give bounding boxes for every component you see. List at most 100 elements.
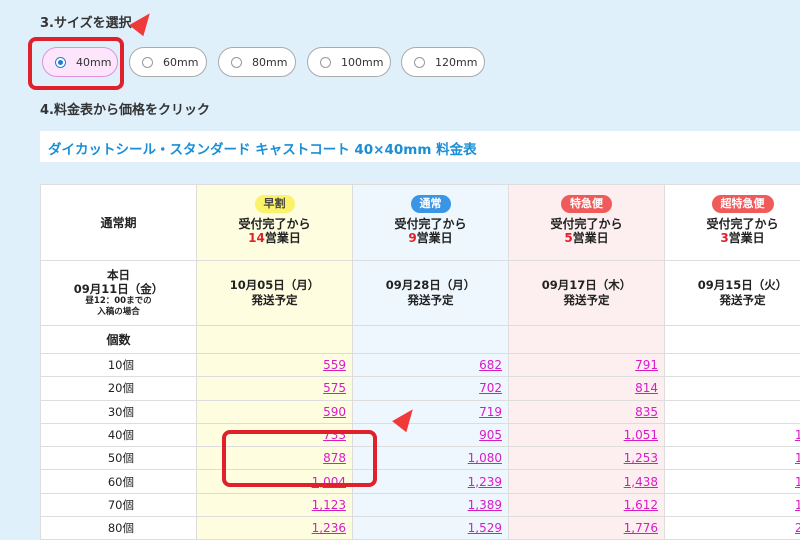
quantity-label: 50個 — [41, 447, 197, 470]
price-link[interactable]: 1,389 — [353, 493, 509, 516]
badge-super-rush: 超特急便 — [712, 195, 774, 213]
quantity-label: 40個 — [41, 423, 197, 446]
price-link[interactable]: 835 — [509, 400, 665, 423]
price-link[interactable]: 590 — [197, 400, 353, 423]
price-table: 通常期 早割 受付完了から 14営業日 通常 受付完了から 9営業日 特急便 受… — [40, 184, 800, 540]
ship-date-cell: 09月15日（火） 発送予定 — [665, 261, 800, 326]
price-link[interactable]: 1,004 — [197, 470, 353, 493]
table-row: 10個5596827919 — [41, 354, 800, 377]
today-note: 昼12：00までの — [41, 296, 196, 307]
table-row: 60個1,0041,2391,4381,7 — [41, 470, 800, 493]
price-link[interactable]: 9 — [665, 377, 800, 400]
table-row: 70個1,1231,3891,6121,9 — [41, 493, 800, 516]
table-row: 30個5907198351 — [41, 400, 800, 423]
price-link[interactable]: 1,2 — [665, 423, 800, 446]
size-option-label: 40mm — [76, 56, 111, 69]
ship-date-cell: 10月05日（月） 発送予定 — [197, 261, 353, 326]
price-link[interactable]: 1,080 — [353, 447, 509, 470]
today-cell: 本日 09月11日（金） 昼12：00までの 入稿の場合 — [41, 261, 197, 326]
size-option-40mm[interactable]: 40mm — [42, 47, 118, 77]
price-link[interactable]: 814 — [509, 377, 665, 400]
column-unit: 営業日 — [265, 231, 301, 245]
badge-normal: 通常 — [411, 195, 451, 213]
size-step-title: 3.サイズを選択 — [40, 12, 132, 31]
price-table-heading: ダイカットシール・スタンダード キャストコート 40×40mm 料金表 — [40, 131, 800, 162]
radio-icon — [320, 57, 331, 68]
radio-selected-icon — [55, 57, 66, 68]
price-link[interactable]: 9 — [665, 354, 800, 377]
today-label: 本日 — [41, 268, 196, 282]
price-link[interactable]: 905 — [353, 423, 509, 446]
column-line: 受付完了から — [665, 217, 800, 231]
size-option-60mm[interactable]: 60mm — [129, 47, 207, 77]
count-header: 個数 — [41, 326, 197, 354]
column-line: 受付完了から — [509, 217, 664, 231]
ship-label: 発送予定 — [509, 293, 664, 308]
price-link[interactable]: 1 — [665, 400, 800, 423]
ship-date: 09月28日（月） — [353, 278, 508, 293]
quantity-label: 80個 — [41, 517, 197, 540]
badge-early: 早割 — [255, 195, 295, 213]
ship-date: 09月15日（火） — [665, 278, 800, 293]
price-link[interactable]: 559 — [197, 354, 353, 377]
price-link[interactable]: 1,7 — [665, 470, 800, 493]
price-link[interactable]: 1,239 — [353, 470, 509, 493]
table-row: 20個5757028149 — [41, 377, 800, 400]
red-arrow-icon — [129, 8, 157, 36]
quantity-label: 30個 — [41, 400, 197, 423]
price-link[interactable]: 1,438 — [509, 470, 665, 493]
price-link[interactable]: 2,1 — [665, 517, 800, 540]
ship-date-row: 本日 09月11日（金） 昼12：00までの 入稿の場合 10月05日（月） 発… — [41, 261, 800, 326]
price-link[interactable]: 1,612 — [509, 493, 665, 516]
badge-rush: 特急便 — [561, 195, 612, 213]
delivery-header-row: 通常期 早割 受付完了から 14営業日 通常 受付完了から 9営業日 特急便 受… — [41, 185, 800, 261]
radio-icon — [414, 57, 425, 68]
table-row: 50個8781,0801,2531,5 — [41, 447, 800, 470]
quantity-label: 10個 — [41, 354, 197, 377]
radio-icon — [231, 57, 242, 68]
column-days: 14 — [248, 231, 265, 245]
price-link[interactable]: 1,253 — [509, 447, 665, 470]
price-link[interactable]: 1,051 — [509, 423, 665, 446]
price-link[interactable]: 1,9 — [665, 493, 800, 516]
quantity-label: 70個 — [41, 493, 197, 516]
price-link[interactable]: 733 — [197, 423, 353, 446]
price-link[interactable]: 575 — [197, 377, 353, 400]
price-link[interactable]: 878 — [197, 447, 353, 470]
size-option-120mm[interactable]: 120mm — [401, 47, 485, 77]
quantity-label: 20個 — [41, 377, 197, 400]
price-link[interactable]: 719 — [353, 400, 509, 423]
ship-date: 10月05日（月） — [197, 278, 352, 293]
size-option-100mm[interactable]: 100mm — [307, 47, 391, 77]
table-row: 80個1,2361,5291,7762,1 — [41, 517, 800, 540]
column-unit: 営業日 — [573, 231, 609, 245]
price-link[interactable]: 682 — [353, 354, 509, 377]
table-row: 40個7339051,0511,2 — [41, 423, 800, 446]
column-early: 早割 受付完了から 14営業日 — [197, 185, 353, 261]
price-link[interactable]: 702 — [353, 377, 509, 400]
price-link[interactable]: 1,529 — [353, 517, 509, 540]
count-header-row: 個数 — [41, 326, 800, 354]
size-option-80mm[interactable]: 80mm — [218, 47, 296, 77]
ship-date: 09月17日（木） — [509, 278, 664, 293]
column-unit: 営業日 — [417, 231, 453, 245]
ship-date-cell: 09月28日（月） 発送予定 — [353, 261, 509, 326]
price-link[interactable]: 791 — [509, 354, 665, 377]
price-link[interactable]: 1,5 — [665, 447, 800, 470]
radio-icon — [142, 57, 153, 68]
price-link[interactable]: 1,236 — [197, 517, 353, 540]
quantity-label: 60個 — [41, 470, 197, 493]
size-option-label: 60mm — [163, 56, 198, 69]
ship-label: 発送予定 — [197, 293, 352, 308]
price-link[interactable]: 1,776 — [509, 517, 665, 540]
today-note: 入稿の場合 — [41, 307, 196, 318]
price-link[interactable]: 1,123 — [197, 493, 353, 516]
column-rush: 特急便 受付完了から 5営業日 — [509, 185, 665, 261]
column-line: 受付完了から — [197, 217, 352, 231]
size-option-label: 80mm — [252, 56, 287, 69]
column-super-rush: 超特急便 受付完了から 3営業日 — [665, 185, 800, 261]
today-date: 09月11日（金） — [41, 282, 196, 296]
column-days: 5 — [564, 231, 572, 245]
size-option-label: 120mm — [435, 56, 477, 69]
column-line: 受付完了から — [353, 217, 508, 231]
